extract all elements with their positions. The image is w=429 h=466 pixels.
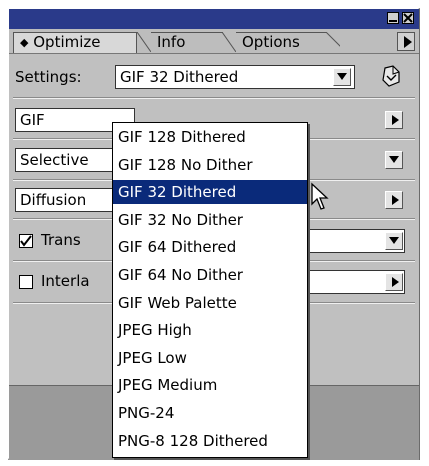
settings-popup[interactable]: GIF 32 Dithered [115,65,355,89]
format-popup-arrow[interactable] [385,111,403,129]
settings-popup-arrow[interactable] [333,68,351,86]
menu-item[interactable]: GIF Web Palette [113,291,307,315]
menu-item[interactable]: GIF 128 Dithered [113,125,307,149]
menu-item[interactable]: GIF 32 Dithered [113,180,307,205]
tab-divider [222,32,236,52]
menu-item[interactable]: PNG-24 [113,401,307,425]
interlaced-label: Interla [41,272,90,290]
optimize-to-file-size-icon[interactable] [379,64,405,90]
palette-titlebar[interactable] [9,9,419,29]
settings-label: Settings: [15,68,82,86]
reduction-palette-value: Selective [20,151,89,169]
up-down-arrows-icon: ◆ [20,36,29,49]
interlaced-checkbox[interactable] [19,275,33,289]
menu-item[interactable]: GIF 128 No Dither [113,153,307,177]
tab-divider [137,32,151,52]
menu-item[interactable]: PNG-8 128 Dithered [113,429,307,453]
palette-menu-button[interactable] [397,32,415,51]
web-snap-arrow[interactable] [385,273,403,291]
menu-item[interactable]: GIF 64 Dithered [113,235,307,259]
tab-divider [326,32,340,47]
dither-arrow[interactable] [385,191,403,209]
triangle-right-icon [392,277,399,287]
chevron-down-icon [389,156,399,163]
tab-info[interactable]: Info [151,32,223,52]
checkmark-icon [20,235,32,247]
tab-info-label: Info [157,33,186,51]
mouse-pointer-icon [311,182,329,210]
settings-dropdown-menu: GIF 128 Dithered GIF 128 No Dither GIF 32 … [112,122,308,458]
tab-row: ◆ Optimize Info Options [9,29,419,54]
dither-value: Diffusion [20,191,87,209]
minimize-icon[interactable] [387,12,399,24]
divider [13,97,415,99]
tab-options-label: Options [242,33,300,51]
triangle-right-icon [392,115,399,125]
reduction-palette-arrow[interactable] [385,151,403,169]
tab-optimize-label: Optimize [33,33,101,51]
format-value: GIF [20,111,45,129]
menu-item[interactable]: JPEG High [113,318,307,342]
chevron-down-icon [337,73,347,80]
menu-item[interactable]: JPEG Low [113,346,307,370]
menu-item[interactable]: JPEG Medium [113,373,307,397]
menu-item[interactable]: GIF 32 No Dither [113,208,307,232]
tab-options[interactable]: Options [236,32,326,52]
triangle-right-icon [404,36,412,48]
triangle-right-icon [392,195,399,205]
transparency-label: Trans [41,231,81,249]
chevron-down-icon [389,237,399,244]
menu-item[interactable]: GIF 64 No Dither [113,263,307,287]
close-icon[interactable] [402,12,414,24]
tab-optimize[interactable]: ◆ Optimize [13,32,137,54]
matte-arrow[interactable] [385,232,403,250]
settings-value: GIF 32 Dithered [120,68,239,86]
transparency-checkbox[interactable] [19,234,33,248]
